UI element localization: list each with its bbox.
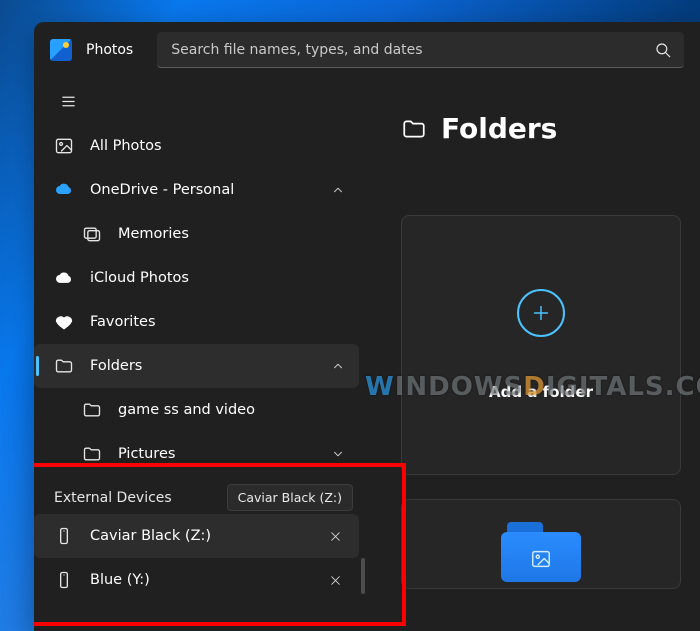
sidebar-item-folders[interactable]: Folders xyxy=(34,344,359,388)
titlebar: Photos xyxy=(34,22,700,78)
add-folder-tile[interactable]: Add a folder xyxy=(401,215,681,475)
sidebar-subitem-folder-pictures[interactable]: Pictures xyxy=(34,432,359,476)
add-icon xyxy=(517,289,565,337)
app-body: All Photos OneDrive - Personal Memori xyxy=(34,78,700,631)
close-icon xyxy=(329,574,342,587)
nav: All Photos OneDrive - Personal Memori xyxy=(34,124,359,602)
drive-icon xyxy=(54,526,74,546)
external-device-label: Caviar Black (Z:) xyxy=(90,528,211,544)
drive-icon xyxy=(54,570,74,590)
folder-icon xyxy=(401,116,427,142)
folder-icon xyxy=(82,444,102,464)
add-folder-label: Add a folder xyxy=(489,383,593,401)
sidebar-item-label: iCloud Photos xyxy=(90,270,189,286)
page-title: Folders xyxy=(441,112,557,145)
sidebar-item-label: game ss and video xyxy=(118,402,255,418)
sidebar-item-label: OneDrive - Personal xyxy=(90,182,234,198)
icloud-icon xyxy=(54,268,74,288)
close-icon xyxy=(329,530,342,543)
sidebar-subitem-memories[interactable]: Memories xyxy=(34,212,359,256)
chevron-up-icon xyxy=(331,359,345,373)
folder-icon xyxy=(82,400,102,420)
image-icon xyxy=(54,136,74,156)
sidebar-item-icloud[interactable]: iCloud Photos xyxy=(34,256,359,300)
sidebar-item-label: Memories xyxy=(118,226,189,242)
sidebar-item-all-photos[interactable]: All Photos xyxy=(34,124,359,168)
sidebar-item-favorites[interactable]: Favorites xyxy=(34,300,359,344)
content-area: Folders Add a folder xyxy=(359,78,700,631)
content-header: Folders xyxy=(401,112,700,145)
folder-thumb-icon xyxy=(501,522,581,582)
hamburger-button[interactable] xyxy=(48,84,88,118)
external-devices-label: External Devices xyxy=(34,476,359,514)
external-device-blue[interactable]: Blue (Y:) xyxy=(34,558,359,602)
search-field[interactable] xyxy=(157,32,684,68)
sidebar-item-label: Pictures xyxy=(118,446,175,462)
sidebar-item-label: Favorites xyxy=(90,314,156,330)
remove-device-button[interactable] xyxy=(323,568,347,592)
hamburger-icon xyxy=(60,93,77,110)
folder-icon xyxy=(54,356,74,376)
memories-icon xyxy=(82,224,102,244)
sidebar-item-label: All Photos xyxy=(90,138,162,154)
external-device-label: Blue (Y:) xyxy=(90,572,150,588)
sidebar-item-onedrive[interactable]: OneDrive - Personal xyxy=(34,168,359,212)
chevron-up-icon xyxy=(331,183,345,197)
chevron-down-icon xyxy=(331,447,345,461)
remove-device-button[interactable] xyxy=(323,524,347,548)
heart-icon xyxy=(54,312,74,332)
sidebar-item-label: Folders xyxy=(90,358,142,374)
external-device-caviar-black[interactable]: Caviar Black (Z:) Caviar Black (Z:) xyxy=(34,514,359,558)
sidebar: All Photos OneDrive - Personal Memori xyxy=(34,78,359,631)
sidebar-subitem-folder-game[interactable]: game ss and video xyxy=(34,388,359,432)
search-icon xyxy=(654,41,672,59)
folder-tile[interactable] xyxy=(401,499,681,589)
onedrive-icon xyxy=(54,180,74,200)
search-input[interactable] xyxy=(171,42,642,58)
photos-app-window: Photos All Photos xyxy=(34,22,700,631)
photos-app-icon xyxy=(50,39,72,61)
app-title: Photos xyxy=(86,42,133,58)
